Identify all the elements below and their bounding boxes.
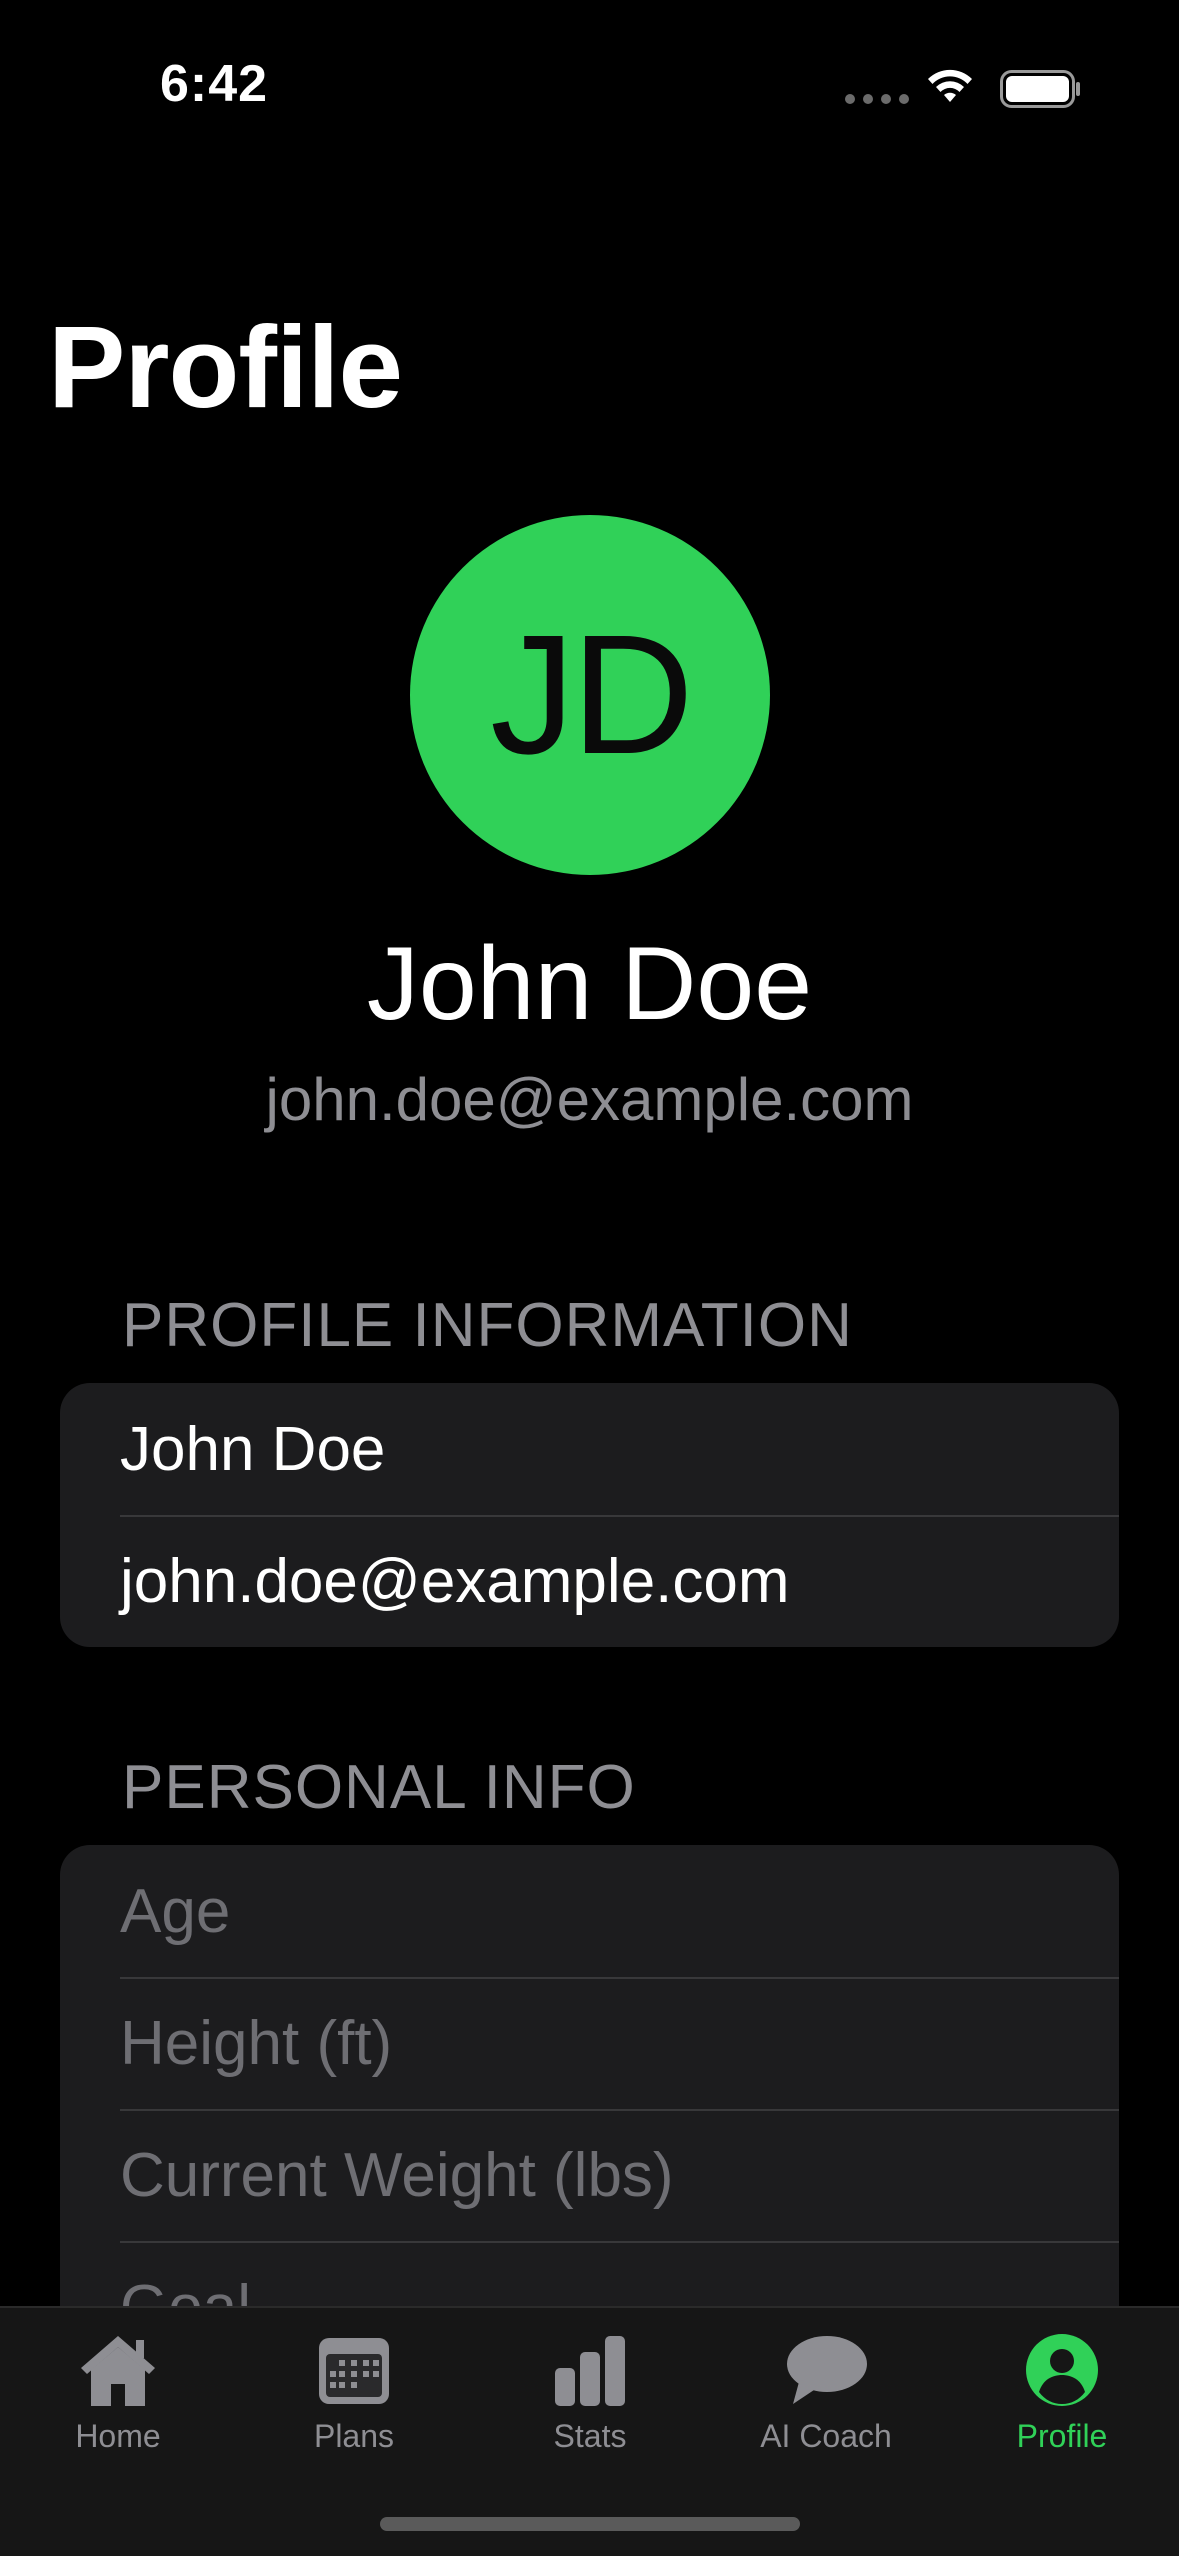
- tab-plans-label: Plans: [313, 2418, 395, 2454]
- tab-home[interactable]: Home: [0, 2308, 236, 2508]
- tab-ai-coach[interactable]: AI Coach: [708, 2308, 944, 2508]
- profile-name: John Doe: [366, 926, 813, 1042]
- tab-home-label: Home: [75, 2418, 161, 2454]
- avatar-initials: JD: [490, 600, 694, 790]
- wifi-icon: [928, 69, 972, 102]
- cellular-signal-icon: [845, 94, 909, 104]
- tab-ai-coach-label: AI Coach: [760, 2418, 892, 2454]
- current-weight-field[interactable]: Current Weight (lbs): [60, 2109, 1119, 2241]
- name-field[interactable]: John Doe: [60, 1383, 1119, 1515]
- tab-profile-label: Profile: [1016, 2418, 1108, 2454]
- tab-plans[interactable]: Plans: [236, 2308, 472, 2508]
- avatar[interactable]: JD: [410, 515, 770, 875]
- home-indicator[interactable]: [380, 2517, 800, 2531]
- person-circle-icon: [1017, 2330, 1107, 2410]
- tab-stats-label: Stats: [553, 2418, 627, 2454]
- bar-chart-icon: [545, 2330, 635, 2410]
- chat-bubble-icon: [781, 2330, 871, 2410]
- email-field[interactable]: john.doe@example.com: [60, 1515, 1119, 1647]
- height-field[interactable]: Height (ft): [60, 1977, 1119, 2109]
- tab-stats[interactable]: Stats: [472, 2308, 708, 2508]
- age-field[interactable]: Age: [60, 1845, 1119, 1977]
- house-icon: [73, 2330, 163, 2410]
- section-header-personal-info: PERSONAL INFO: [122, 1753, 636, 1822]
- page-title: Profile: [48, 302, 403, 432]
- status-time: 6:42: [160, 55, 269, 113]
- section-header-profile-information: PROFILE INFORMATION: [122, 1291, 853, 1360]
- tab-profile[interactable]: Profile: [944, 2308, 1179, 2508]
- status-bar: 6:42: [0, 0, 1179, 150]
- battery-icon: [1000, 70, 1080, 108]
- profile-information-card: John Doe john.doe@example.com: [60, 1383, 1119, 1647]
- profile-email: john.doe@example.com: [265, 1066, 914, 1133]
- personal-info-card: Age Height (ft) Current Weight (lbs) Goa…: [60, 1845, 1119, 2345]
- calendar-icon: [309, 2330, 399, 2410]
- profile-screen: 6:42 Profile JD John Doe john.doe@exampl…: [0, 0, 1179, 2556]
